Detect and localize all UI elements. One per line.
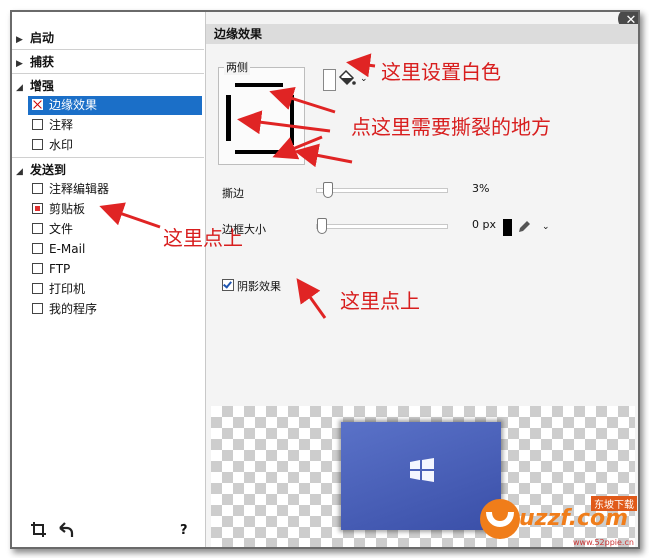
arrow [269, 86, 336, 114]
annotation-click-here: 这里点上 [340, 289, 420, 313]
arrow [294, 143, 353, 168]
annotation-tear-where: 点这里需要撕裂的地方 [351, 115, 551, 139]
annotation-click-here: 这里点上 [163, 226, 243, 250]
arrow [237, 110, 331, 135]
uzzf-logo-icon [480, 499, 520, 539]
arrow [99, 202, 161, 229]
arrow [296, 278, 327, 319]
annotation-set-white: 这里设置白色 [381, 60, 501, 84]
annotation-arrows [99, 53, 376, 319]
watermark-url: www.52ppie.cn [573, 538, 634, 547]
arrow [346, 53, 376, 78]
watermark: uzzf.com 东坡下载 www.52ppie.cn [475, 494, 640, 549]
watermark-subtitle: 东坡下载 [591, 496, 637, 511]
